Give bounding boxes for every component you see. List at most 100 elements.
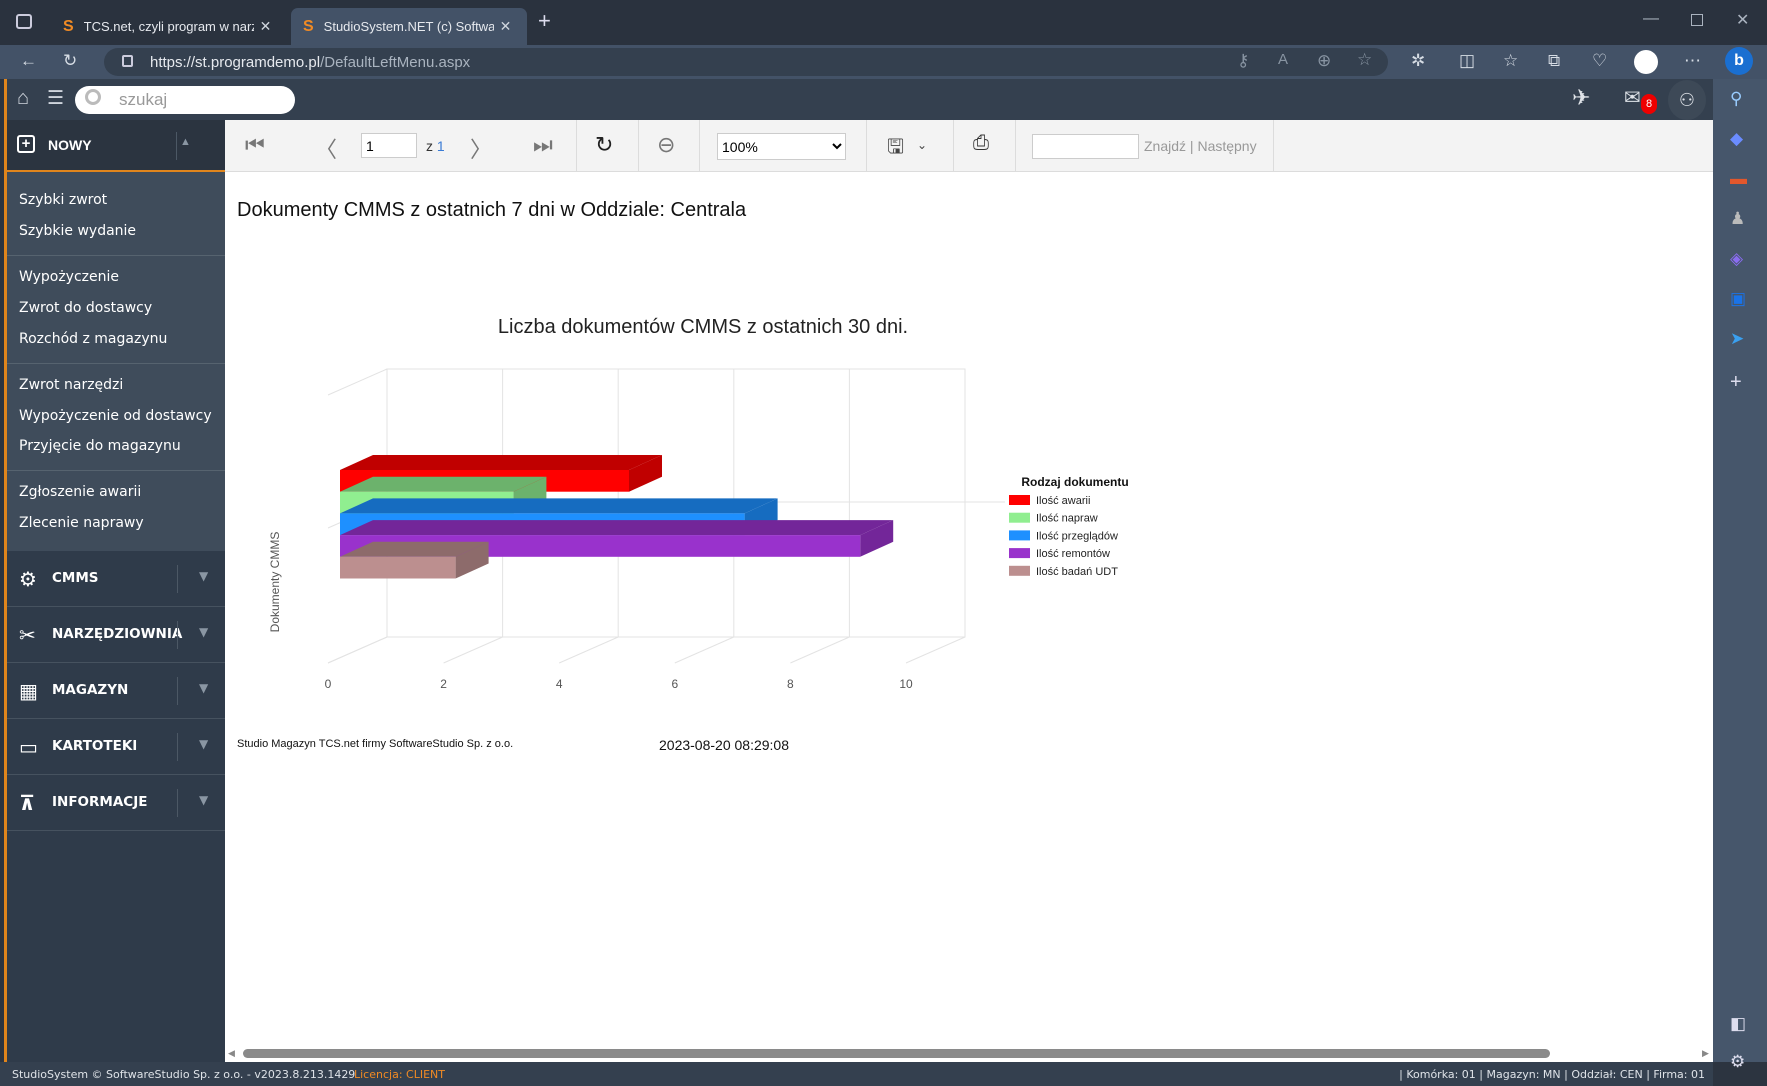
sidebar-section-magazyn[interactable]: ▦ MAGAZYN ▼ [7, 663, 225, 719]
menu-toggle-icon[interactable]: ☰ [47, 87, 64, 110]
caret-up-icon[interactable]: ▲ [180, 136, 191, 148]
send-icon[interactable]: ➤ [1730, 329, 1744, 349]
sidebar-section-label: NOWY [48, 137, 92, 153]
page-of-label: z [426, 138, 433, 154]
user-account-icon[interactable]: ⚇ [1668, 80, 1706, 120]
sidebar-section-kartoteki[interactable]: ▭ KARTOTEKI ▼ [7, 719, 225, 775]
browser-essentials-icon[interactable]: ♡ [1592, 51, 1607, 71]
scrollbar-thumb[interactable] [243, 1049, 1550, 1058]
outlook-icon[interactable]: ▣ [1730, 289, 1746, 309]
legend-swatch [1009, 530, 1030, 541]
lock-icon [122, 55, 133, 67]
bar-Ilość badań UDT [340, 556, 456, 579]
legend-label: Ilość badań UDT [1036, 566, 1118, 578]
page-number-input[interactable] [361, 133, 417, 158]
find-input[interactable] [1032, 134, 1139, 159]
browser-tab[interactable]: S TCS.net, czyli program w narzędziownia… [51, 8, 287, 45]
close-window-icon[interactable]: ✕ [1736, 10, 1749, 30]
sidebar-section-cmms[interactable]: ⚙ CMMS ▼ [7, 551, 225, 607]
first-page-icon[interactable]: ⏮ [245, 132, 265, 158]
sidebar-item-przyjecie-do-magazynu[interactable]: Przyjęcie do magazynu [19, 438, 181, 454]
mail-count-badge: 8 [1641, 94, 1657, 114]
address-bar-row: ← ↻ https://st.programdemo.pl/DefaultLef… [0, 45, 1767, 79]
maximize-icon[interactable] [1691, 14, 1703, 26]
tools-icon: ✂ [19, 623, 36, 647]
sidebar-item-wypozyczenie[interactable]: Wypożyczenie [19, 269, 119, 285]
chart-title: Liczba dokumentów CMMS z ostatnich 30 dn… [498, 316, 908, 338]
sidebar-item-wypozyczenie-od-dostawcy[interactable]: Wypożyczenie od dostawcy [19, 408, 212, 424]
sidebar-quick-actions: Szybki zwrot Szybkie wydanie Wypożyczeni… [7, 172, 225, 551]
back-to-parent-icon[interactable]: ⊖ [657, 132, 675, 158]
url-host: https://st.programdemo.pl [150, 54, 321, 71]
reload-icon[interactable]: ↻ [63, 51, 77, 71]
games-icon[interactable]: ♟ [1730, 209, 1745, 229]
zoom-select[interactable]: 100% [717, 133, 846, 160]
close-tab-icon[interactable]: ✕ [500, 18, 512, 35]
url-field[interactable]: https://st.programdemo.pl/DefaultLeftMen… [104, 48, 1388, 76]
tab-actions-icon[interactable] [16, 14, 32, 29]
find-next-link[interactable]: Następny [1197, 138, 1256, 154]
horizontal-scrollbar[interactable]: ◀ ▶ [225, 1046, 1713, 1062]
back-icon[interactable]: ← [20, 51, 37, 71]
x-tick-label: 0 [325, 677, 332, 691]
plane-departure-icon[interactable]: ✈ [1572, 85, 1590, 111]
side-gridline [327, 368, 388, 396]
minimize-icon[interactable]: — [1643, 10, 1659, 28]
legend-swatch [1009, 565, 1030, 576]
add-icon[interactable]: + [1730, 371, 1742, 394]
app-header: ⌂ ☰ szukaj ✈ ✉ 8 ⚇ [4, 79, 1713, 120]
shopping-tag-icon[interactable]: ◆ [1730, 129, 1743, 149]
sidebar-section-informacje[interactable]: ⊼ INFORMACJE ▼ [7, 775, 225, 831]
collections-icon[interactable]: ⧉ [1548, 51, 1560, 71]
x-tick-label: 4 [556, 677, 563, 691]
sidebar-item-zlecenie-naprawy[interactable]: Zlecenie naprawy [19, 515, 144, 531]
print-icon[interactable]: ⎙ [973, 132, 989, 155]
more-icon[interactable]: ⋯ [1684, 51, 1701, 71]
profile-avatar-icon[interactable] [1634, 50, 1658, 74]
favorite-star-icon[interactable]: ☆ [1357, 50, 1372, 70]
sitemap-icon: ⊼ [19, 791, 36, 815]
sidebar-section-narzedziownia[interactable]: ✂ NARZĘDZIOWNIA ▼ [7, 607, 225, 663]
new-tab-icon[interactable]: + [538, 8, 551, 34]
browser-tab-active[interactable]: S StudioSystem.NET (c) SoftwareStudio ✕ [291, 8, 527, 45]
bar-top-face [340, 498, 778, 514]
refresh-icon[interactable]: ↻ [595, 132, 613, 158]
sidebar-item-szybkie-wydanie[interactable]: Szybkie wydanie [19, 223, 136, 239]
last-page-icon[interactable]: ⏭ [533, 132, 553, 158]
sidebar-item-zwrot-narzedzi[interactable]: Zwrot narzędzi [19, 377, 123, 393]
sidebar-section-label: NARZĘDZIOWNIA [52, 626, 183, 642]
favorites-icon[interactable]: ☆ [1503, 51, 1518, 71]
key-icon[interactable]: ⚷ [1237, 51, 1249, 71]
sidebar-item-zgloszenie-awarii[interactable]: Zgłoszenie awarii [19, 484, 141, 500]
mail-icon[interactable]: ✉ [1624, 85, 1641, 110]
bing-copilot-icon[interactable]: b [1725, 47, 1753, 75]
chevron-down-icon[interactable]: ⌄ [917, 138, 927, 152]
sidebar-item-szybki-zwrot[interactable]: Szybki zwrot [19, 192, 107, 208]
microsoft365-icon[interactable]: ◈ [1730, 249, 1743, 269]
status-version: StudioSystem © SoftwareStudio Sp. z o.o.… [12, 1068, 356, 1081]
report-footer-company: Studio Magazyn TCS.net firmy SoftwareStu… [237, 738, 514, 750]
save-export-icon[interactable]: 🖫 [887, 132, 904, 166]
caret-down-icon: ▼ [199, 569, 209, 583]
split-screen-icon[interactable]: ◫ [1459, 51, 1475, 71]
browser-sidebar: ⚲ ◆ ▬ ♟ ◈ ▣ ➤ + ◧ ⚙ [1713, 79, 1767, 1071]
find-link[interactable]: Znajdź [1144, 138, 1186, 154]
zoom-icon[interactable]: ⊕ [1317, 51, 1331, 71]
tools-briefcase-icon[interactable]: ▬ [1730, 169, 1747, 189]
close-tab-icon[interactable]: ✕ [260, 18, 272, 35]
site-favicon-icon: S [303, 17, 314, 35]
pallet-icon: ▦ [19, 679, 38, 703]
search-input[interactable]: szukaj [75, 86, 295, 114]
next-page-icon[interactable]: 〉 [470, 132, 492, 164]
search-icon[interactable]: ⚲ [1730, 89, 1742, 109]
x-tick-label: 8 [787, 677, 794, 691]
extensions-icon[interactable]: ✲ [1411, 51, 1425, 71]
home-icon[interactable]: ⌂ [17, 87, 29, 110]
previous-page-icon[interactable]: 〈 [315, 132, 337, 164]
read-aloud-icon[interactable]: A [1278, 51, 1288, 68]
sidebar-toggle-icon[interactable]: ◧ [1730, 1014, 1746, 1034]
sidebar-item-zwrot-do-dostawcy[interactable]: Zwrot do dostawcy [19, 300, 152, 316]
settings-gear-icon[interactable]: ⚙ [1730, 1052, 1745, 1072]
sidebar-section-nowy[interactable]: + NOWY ▲ [7, 120, 225, 172]
sidebar-item-rozchod-z-magazynu[interactable]: Rozchód z magazynu [19, 331, 167, 347]
